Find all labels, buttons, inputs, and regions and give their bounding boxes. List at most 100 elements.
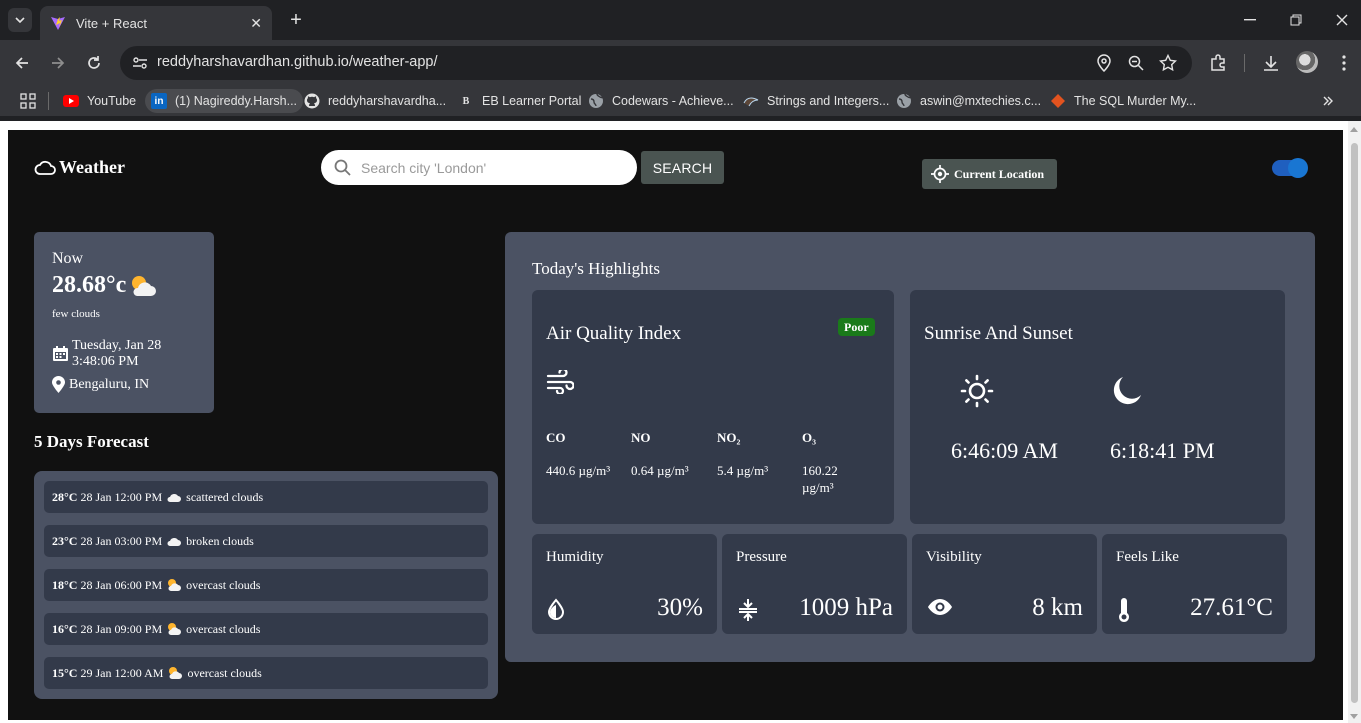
scroll-up-arrow[interactable] bbox=[1350, 127, 1358, 132]
back-button[interactable] bbox=[9, 50, 35, 76]
brand[interactable]: Weather bbox=[34, 157, 125, 178]
bookmark-linkedin[interactable]: in (1) Nagireddy.Harsh... bbox=[145, 89, 304, 113]
site-info-icon[interactable] bbox=[132, 55, 148, 71]
bookmarks-divider bbox=[48, 92, 49, 110]
forecast-desc: overcast clouds bbox=[186, 621, 261, 636]
forward-button[interactable] bbox=[45, 50, 71, 76]
bookmarks-overflow-icon[interactable] bbox=[1316, 89, 1340, 113]
new-tab-button[interactable]: + bbox=[284, 8, 308, 32]
apps-grid-icon[interactable] bbox=[14, 89, 42, 113]
bookmark-label: YouTube bbox=[87, 94, 137, 108]
eb-icon: B bbox=[462, 95, 470, 107]
forecast-time: 28 Jan 06:00 PM bbox=[80, 577, 163, 592]
current-weather-card: Now 28.68°c few clouds Tuesday, Jan 28 3… bbox=[34, 232, 214, 413]
sun-cloud-icon bbox=[169, 667, 183, 679]
aqi-status-badge: Poor bbox=[838, 318, 875, 336]
bookmark-codewars[interactable]: Codewars - Achieve... bbox=[582, 89, 740, 113]
weather-description: few clouds bbox=[52, 308, 100, 320]
current-location-button[interactable]: Current Location bbox=[922, 159, 1057, 189]
aqi-title: Air Quality Index bbox=[546, 323, 682, 344]
highlights-panel: Today's Highlights Air Quality Index Poo… bbox=[505, 232, 1315, 662]
pollutant-no2: NO₂ 5.4 µg/m³ bbox=[717, 430, 797, 479]
pressure-value: 1009 hPa bbox=[799, 594, 893, 621]
minimize-icon bbox=[1244, 19, 1256, 21]
browser-tab-bar: Vite + React ✕ + bbox=[0, 0, 1361, 40]
highlights-title: Today's Highlights bbox=[532, 259, 660, 278]
forecast-desc: scattered clouds bbox=[186, 489, 264, 504]
close-window-button[interactable] bbox=[1319, 0, 1361, 40]
search-input[interactable] bbox=[361, 156, 621, 180]
scroll-down-arrow[interactable] bbox=[1350, 714, 1358, 719]
pollutant-co: CO 440.6 µg/m³ bbox=[546, 430, 626, 479]
pollutant-value: 0.64 µg/m³ bbox=[631, 463, 689, 478]
brand-title: Weather bbox=[59, 157, 125, 177]
sun-cloud-icon bbox=[132, 275, 157, 296]
bookmark-strings-integers[interactable]: Strings and Integers... bbox=[737, 89, 895, 113]
bookmark-github[interactable]: reddyharshavardha... bbox=[298, 89, 452, 113]
profile-avatar[interactable] bbox=[1296, 51, 1318, 73]
visibility-card: Visibility 8 km bbox=[912, 534, 1097, 634]
forecast-time: 29 Jan 12:00 AM bbox=[80, 665, 164, 680]
forecast-item: 15°C 29 Jan 12:00 AM overcast clouds bbox=[44, 657, 488, 689]
tab-search-button[interactable] bbox=[8, 8, 32, 32]
extensions-icon[interactable] bbox=[1208, 53, 1228, 73]
forecast-temp: 15°C bbox=[52, 665, 78, 680]
current-date: Tuesday, Jan 28 3:48:06 PM bbox=[52, 338, 161, 370]
search-button[interactable]: SEARCH bbox=[641, 151, 724, 184]
forecast-desc: overcast clouds bbox=[187, 665, 262, 680]
page-scrollbar[interactable] bbox=[1348, 121, 1361, 723]
current-location-label: Current Location bbox=[954, 166, 1045, 181]
sunrise-sunset-card: Sunrise And Sunset 6:46:09 AM 6:18:41 PM bbox=[910, 290, 1285, 524]
pollutant-name: O₃ bbox=[802, 430, 817, 445]
codechef-icon bbox=[743, 93, 759, 109]
bookmark-youtube[interactable]: YouTube bbox=[57, 89, 142, 113]
temperature-value: 28.68°c bbox=[52, 272, 127, 298]
wind-icon bbox=[546, 370, 574, 394]
sun-cloud-icon bbox=[168, 623, 182, 635]
youtube-icon bbox=[63, 93, 79, 109]
humidity-card: Humidity 30% bbox=[532, 534, 717, 634]
cloud-icon bbox=[34, 160, 56, 175]
time-text: 3:48:06 PM bbox=[72, 354, 139, 369]
close-icon bbox=[1336, 14, 1348, 26]
download-icon[interactable] bbox=[1261, 53, 1281, 73]
bookmark-label: reddyharshavardha... bbox=[328, 94, 447, 108]
sunrise-time: 6:46:09 AM bbox=[951, 438, 1058, 463]
bookmark-aswin[interactable]: aswin@mxtechies.c... bbox=[890, 89, 1047, 113]
current-location: Bengaluru, IN bbox=[52, 376, 149, 393]
pollutant-name: NO₂ bbox=[717, 430, 741, 445]
humidity-value: 30% bbox=[657, 594, 703, 621]
location-pin-icon[interactable] bbox=[1094, 53, 1114, 73]
calendar-icon bbox=[53, 346, 68, 361]
scrollbar-thumb[interactable] bbox=[1351, 143, 1358, 703]
bookmark-label: Codewars - Achieve... bbox=[612, 94, 734, 108]
browser-tab-active[interactable]: Vite + React ✕ bbox=[40, 6, 272, 40]
thermometer-icon bbox=[1119, 598, 1129, 622]
address-bar[interactable]: reddyharshavardhan.github.io/weather-app… bbox=[120, 46, 1192, 80]
tab-close-icon[interactable]: ✕ bbox=[250, 15, 262, 32]
forecast-time: 28 Jan 12:00 PM bbox=[80, 489, 163, 504]
pressure-title: Pressure bbox=[736, 549, 787, 565]
cloud-icon bbox=[167, 537, 182, 546]
bookmark-label: (1) Nagireddy.Harsh... bbox=[175, 94, 298, 108]
pollutant-value: 440.6 µg/m³ bbox=[546, 463, 611, 478]
search-box[interactable] bbox=[321, 150, 637, 185]
reload-button[interactable] bbox=[81, 50, 107, 76]
restore-button[interactable] bbox=[1273, 0, 1319, 40]
forecast-desc: broken clouds bbox=[186, 533, 254, 548]
menu-kebab-icon[interactable] bbox=[1334, 53, 1354, 73]
bookmark-eb-learner[interactable]: B EB Learner Portal bbox=[452, 89, 587, 113]
air-quality-card: Air Quality Index Poor CO 440.6 µg/m³ NO… bbox=[532, 290, 894, 524]
reload-icon bbox=[88, 56, 100, 69]
url-text[interactable]: reddyharshavardhan.github.io/weather-app… bbox=[157, 54, 438, 70]
forecast-temp: 28°C bbox=[52, 489, 78, 504]
bookmark-sql-murder[interactable]: The SQL Murder My... bbox=[1044, 89, 1202, 113]
gps-icon bbox=[931, 165, 949, 183]
theme-toggle[interactable] bbox=[1272, 158, 1308, 178]
bookmark-label: EB Learner Portal bbox=[482, 94, 582, 108]
bookmark-star-icon[interactable] bbox=[1158, 53, 1178, 73]
minimize-button[interactable] bbox=[1227, 0, 1273, 40]
feels-like-title: Feels Like bbox=[1116, 549, 1179, 565]
zoom-icon[interactable] bbox=[1126, 53, 1146, 73]
arrow-left-icon bbox=[15, 57, 28, 69]
